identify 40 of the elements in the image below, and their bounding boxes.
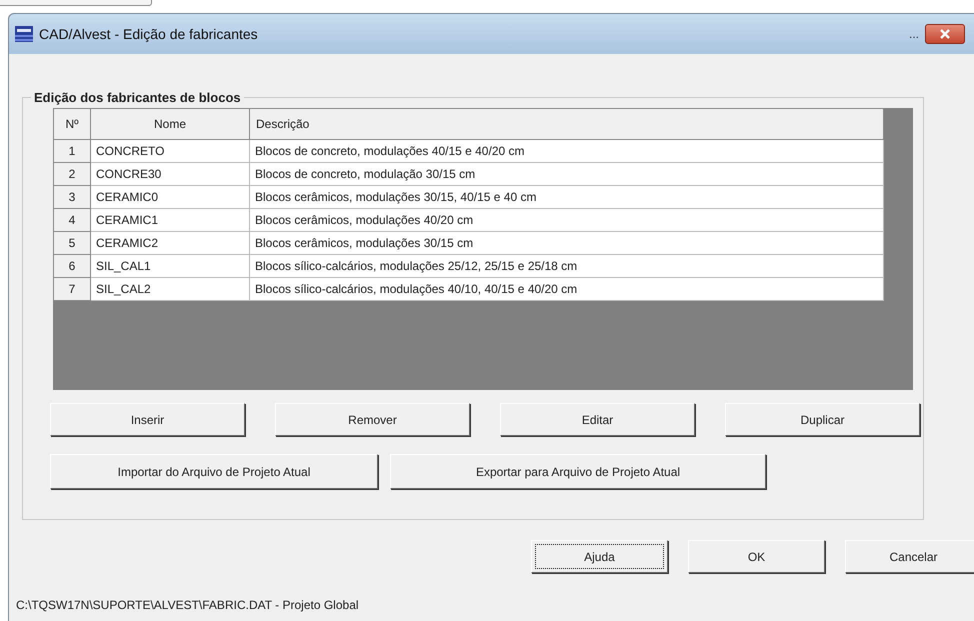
column-header: Descrição bbox=[250, 108, 884, 140]
table-cell: Blocos cerâmicos, modulações 30/15 cm bbox=[250, 232, 884, 254]
table-cell: Blocos de concreto, modulação 30/15 cm bbox=[250, 162, 884, 186]
status-text: C:\TQSW17N\SUPORTE\ALVEST\FABRIC.DAT - Projeto Global bbox=[16, 598, 359, 612]
close-icon bbox=[939, 29, 951, 39]
table-cell: SIL_CAL1 bbox=[90, 254, 250, 278]
window-title: CAD/Alvest - Edição de fabricantes bbox=[39, 26, 258, 42]
action-button[interactable]: Exportar para Arquivo de Projeto Atual bbox=[390, 454, 766, 489]
table-cell: CONCRE30 bbox=[90, 162, 250, 186]
table-cell: CERAMIC0 bbox=[90, 186, 250, 208]
table-cell: CERAMIC1 bbox=[90, 208, 250, 232]
row-number: 7 bbox=[54, 278, 90, 300]
app-icon bbox=[15, 26, 33, 42]
action-button[interactable]: Editar bbox=[500, 403, 695, 436]
row-number: 1 bbox=[54, 140, 90, 162]
row-number: 4 bbox=[54, 208, 90, 232]
table-cell: Blocos sílico-calcários, modulações 40/10, 40/15 e 40/20 cm bbox=[250, 278, 884, 300]
action-button[interactable]: Remover bbox=[275, 403, 470, 436]
row-number: 6 bbox=[54, 254, 90, 278]
group-title: Edição dos fabricantes de blocos bbox=[33, 90, 242, 105]
table-cell: Blocos sílico-calcários, modulações 25/12, 25/15 e 25/18 cm bbox=[250, 254, 884, 278]
row-number: 5 bbox=[54, 232, 90, 254]
dialog-button[interactable]: Ajuda bbox=[531, 540, 668, 573]
table-cell: Blocos cerâmicos, modulações 30/15, 40/15 e 40 cm bbox=[250, 186, 884, 208]
close-button[interactable] bbox=[925, 24, 965, 44]
column-header: Nº bbox=[54, 108, 90, 140]
table-cell: CERAMIC2 bbox=[90, 232, 250, 254]
dialog-button[interactable]: OK bbox=[688, 540, 825, 573]
action-button[interactable]: Importar do Arquivo de Projeto Atual bbox=[50, 454, 378, 489]
title-ellipsis: ... bbox=[908, 27, 919, 41]
action-button[interactable]: Duplicar bbox=[725, 403, 920, 436]
table-cell: Blocos cerâmicos, modulações 40/20 cm bbox=[250, 208, 884, 232]
table-cell: Blocos de concreto, modulações 40/15 e 40/20 cm bbox=[250, 140, 884, 162]
row-number: 3 bbox=[54, 186, 90, 208]
row-number: 2 bbox=[54, 162, 90, 186]
table-cell: CONCRETO bbox=[90, 140, 250, 162]
column-header: Nome bbox=[90, 108, 250, 140]
action-button[interactable]: Inserir bbox=[50, 403, 245, 436]
dialog-button[interactable]: Cancelar bbox=[845, 540, 974, 573]
table-cell: SIL_CAL2 bbox=[90, 278, 250, 300]
